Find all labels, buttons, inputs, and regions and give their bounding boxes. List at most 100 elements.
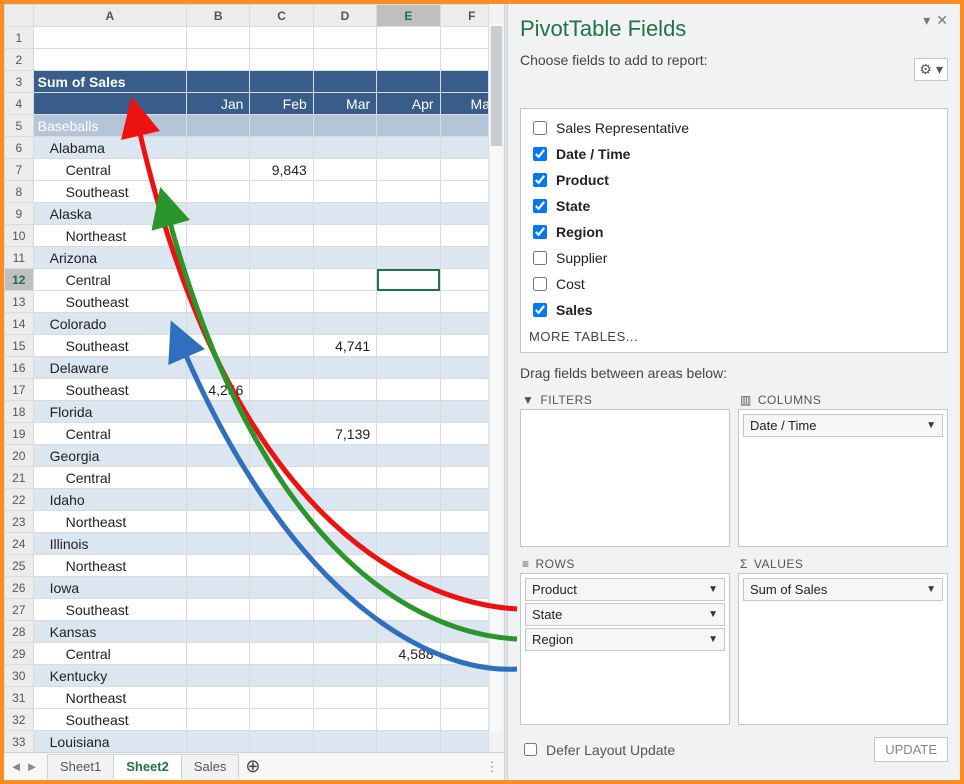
- values-area[interactable]: ΣVALUES Sum of Sales▼: [738, 555, 948, 725]
- cell[interactable]: [250, 247, 313, 269]
- row-header-13[interactable]: 13: [5, 291, 34, 313]
- pivot-row-lvl2[interactable]: Delaware: [33, 357, 186, 379]
- row-header-22[interactable]: 22: [5, 489, 34, 511]
- cell[interactable]: [250, 357, 313, 379]
- value-cell[interactable]: [187, 291, 250, 313]
- cell[interactable]: [313, 247, 376, 269]
- row-header-24[interactable]: 24: [5, 533, 34, 555]
- value-cell[interactable]: [187, 643, 250, 665]
- pivot-row-lvl3[interactable]: Northeast: [33, 511, 186, 533]
- field-item[interactable]: Product: [527, 167, 941, 193]
- pivot-row-lvl3[interactable]: Southeast: [33, 181, 186, 203]
- cell[interactable]: [250, 313, 313, 335]
- column-header-A[interactable]: A: [33, 5, 186, 27]
- cell[interactable]: [187, 621, 250, 643]
- cell[interactable]: [377, 577, 440, 599]
- row-header-23[interactable]: 23: [5, 511, 34, 533]
- value-cell[interactable]: [187, 511, 250, 533]
- pivot-row-lvl2[interactable]: Illinois: [33, 533, 186, 555]
- pivot-row-lvl2[interactable]: Kentucky: [33, 665, 186, 687]
- sheet-tab-sales[interactable]: Sales: [181, 754, 240, 779]
- area-field-pill[interactable]: Product▼: [525, 578, 725, 601]
- value-cell[interactable]: [250, 555, 313, 577]
- row-header-33[interactable]: 33: [5, 731, 34, 753]
- value-cell[interactable]: [313, 159, 376, 181]
- cell[interactable]: [187, 313, 250, 335]
- more-tables-link[interactable]: MORE TABLES...: [527, 323, 941, 346]
- value-cell[interactable]: [377, 225, 440, 247]
- field-item[interactable]: Supplier: [527, 245, 941, 271]
- cell[interactable]: [313, 27, 376, 49]
- value-cell[interactable]: [377, 181, 440, 203]
- row-header-5[interactable]: 5: [5, 115, 34, 137]
- pivot-row-lvl2[interactable]: Kansas: [33, 621, 186, 643]
- pivot-row-lvl3[interactable]: Southeast: [33, 379, 186, 401]
- value-cell[interactable]: [313, 511, 376, 533]
- row-header-19[interactable]: 19: [5, 423, 34, 445]
- value-cell[interactable]: [313, 181, 376, 203]
- chevron-down-icon[interactable]: ▼: [708, 584, 718, 595]
- cell[interactable]: [377, 203, 440, 225]
- cell[interactable]: [377, 27, 440, 49]
- rows-dropzone[interactable]: Product▼State▼Region▼: [520, 573, 730, 725]
- value-cell[interactable]: [377, 159, 440, 181]
- value-cell[interactable]: [377, 291, 440, 313]
- cell[interactable]: [187, 247, 250, 269]
- field-checkbox[interactable]: [533, 303, 547, 317]
- cell[interactable]: [377, 445, 440, 467]
- pivot-row-lvl3[interactable]: Southeast: [33, 709, 186, 731]
- tab-nav-next-icon[interactable]: ►: [24, 759, 40, 774]
- value-cell[interactable]: [250, 269, 313, 291]
- value-cell[interactable]: [377, 423, 440, 445]
- value-cell[interactable]: [313, 225, 376, 247]
- cell[interactable]: [377, 401, 440, 423]
- row-header-29[interactable]: 29: [5, 643, 34, 665]
- value-cell[interactable]: [187, 225, 250, 247]
- values-dropzone[interactable]: Sum of Sales▼: [738, 573, 948, 725]
- area-field-pill[interactable]: Date / Time▼: [743, 414, 943, 437]
- cell[interactable]: [250, 27, 313, 49]
- cell[interactable]: [187, 665, 250, 687]
- value-cell[interactable]: [250, 181, 313, 203]
- cell[interactable]: [250, 577, 313, 599]
- cell[interactable]: [250, 401, 313, 423]
- field-checkbox[interactable]: [533, 173, 547, 187]
- value-cell[interactable]: [377, 511, 440, 533]
- value-cell[interactable]: [250, 291, 313, 313]
- value-cell[interactable]: [250, 709, 313, 731]
- pivot-row-lvl3[interactable]: Northeast: [33, 687, 186, 709]
- value-cell[interactable]: [250, 511, 313, 533]
- close-icon[interactable]: ✕: [936, 12, 948, 29]
- cell[interactable]: [313, 489, 376, 511]
- cell[interactable]: [187, 489, 250, 511]
- columns-dropzone[interactable]: Date / Time▼: [738, 409, 948, 547]
- column-header-C[interactable]: C: [250, 5, 313, 27]
- row-header-7[interactable]: 7: [5, 159, 34, 181]
- value-cell[interactable]: [250, 599, 313, 621]
- value-cell[interactable]: 7,139: [313, 423, 376, 445]
- chevron-down-icon[interactable]: ▼: [708, 609, 718, 620]
- cell[interactable]: [187, 115, 250, 137]
- value-cell[interactable]: [187, 599, 250, 621]
- value-cell[interactable]: [377, 687, 440, 709]
- cell[interactable]: [377, 357, 440, 379]
- pivot-row-lvl2[interactable]: Arizona: [33, 247, 186, 269]
- value-cell[interactable]: 4,741: [313, 335, 376, 357]
- value-cell[interactable]: [313, 269, 376, 291]
- value-cell[interactable]: [187, 555, 250, 577]
- cell[interactable]: [250, 621, 313, 643]
- columns-area[interactable]: ▥COLUMNS Date / Time▼: [738, 391, 948, 547]
- value-cell[interactable]: [187, 181, 250, 203]
- pivot-row-lvl2[interactable]: Alaska: [33, 203, 186, 225]
- chevron-down-icon[interactable]: ▼: [926, 584, 936, 595]
- cell[interactable]: [187, 357, 250, 379]
- field-item[interactable]: Cost: [527, 271, 941, 297]
- row-header-31[interactable]: 31: [5, 687, 34, 709]
- field-checkbox[interactable]: [533, 147, 547, 161]
- value-cell[interactable]: [313, 379, 376, 401]
- cell[interactable]: [313, 203, 376, 225]
- cell[interactable]: [187, 71, 250, 93]
- row-header-26[interactable]: 26: [5, 577, 34, 599]
- cell[interactable]: [250, 71, 313, 93]
- row-header-25[interactable]: 25: [5, 555, 34, 577]
